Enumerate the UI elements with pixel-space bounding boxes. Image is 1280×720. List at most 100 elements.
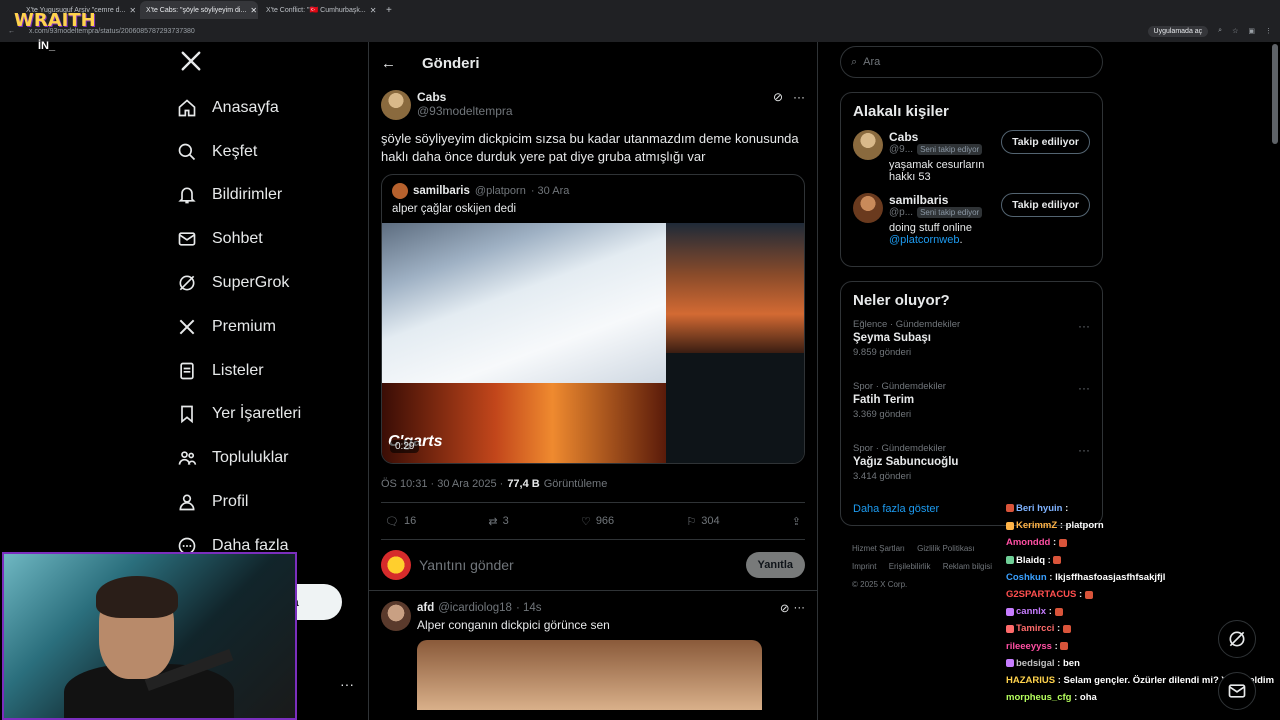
person-bio: doing stuff online @platcornweb. xyxy=(889,222,995,246)
tweet-time[interactable]: ÖS 10:31 · 30 Ara 2025 · xyxy=(381,478,503,490)
stream-overlay-sub: İN_ xyxy=(38,40,56,52)
sidebar-item-profile[interactable]: Profil xyxy=(170,480,360,524)
badge-icon xyxy=(1054,607,1063,616)
chat-message: platporn xyxy=(1065,520,1104,532)
sidebar-item-bookmarks[interactable]: Yer İşaretleri xyxy=(170,393,360,437)
page-scrollbar[interactable] xyxy=(1272,44,1278,144)
avatar[interactable] xyxy=(853,193,883,223)
footer-link[interactable]: Erişilebilirlik xyxy=(889,562,931,571)
retweet-button[interactable]: ⇄ 3 xyxy=(488,515,508,528)
bookmark-button[interactable]: ⚐ 304 xyxy=(686,515,719,528)
close-icon[interactable]: ✕ xyxy=(129,6,136,15)
browser-tab-3[interactable]: X'te Conflict: "🇹🇷 Cumhurbaşk... ✕ xyxy=(260,1,378,19)
reply-tweet[interactable]: afd @icardiolog18 · 14s ⊘ ··· Alper cong… xyxy=(369,591,817,720)
sidebar-item-label: Anasayfa xyxy=(212,98,279,116)
menu-dots-icon[interactable]: ⋮ xyxy=(1265,27,1272,35)
badge-icon xyxy=(1006,607,1014,616)
reply-media[interactable] xyxy=(417,640,762,710)
badge-icon xyxy=(1006,504,1014,513)
following-button[interactable]: Takip ediliyor xyxy=(1001,130,1090,154)
trend-item[interactable]: Spor · Gündemdekiler Yağız Sabuncuoğlu 3… xyxy=(853,443,1090,497)
quoted-tweet[interactable]: samilbaris @platporn · 30 Ara alper çağl… xyxy=(381,174,805,464)
chat-user: morpheus_cfg xyxy=(1006,692,1072,704)
footer-link[interactable]: Imprint xyxy=(852,562,876,571)
more-dots-icon[interactable]: ··· xyxy=(793,90,805,104)
following-button[interactable]: Takip ediliyor xyxy=(1001,193,1090,217)
badge-icon xyxy=(1084,590,1093,599)
url-field[interactable]: x.com/93modeltempra/status/2006085787293… xyxy=(25,28,1138,35)
trend-item[interactable]: Eğlence · Gündemdekiler Şeyma Subaşı 9.8… xyxy=(853,319,1090,373)
list-icon xyxy=(176,360,198,382)
author-handle[interactable]: @93modeltempra xyxy=(417,104,767,118)
sidebar-item-lists[interactable]: Listeler xyxy=(170,349,360,393)
more-dots-icon[interactable]: ··· xyxy=(1078,443,1090,457)
browser-chrome: X'te Yugusuguf Arşiv "cemre d... ✕ X'te C… xyxy=(0,0,1280,42)
video-player[interactable]: C'garts 0:29 xyxy=(382,223,804,463)
card-title: Neler oluyor? xyxy=(853,292,950,309)
grok-floating-button[interactable] xyxy=(1218,620,1256,658)
relevant-people-card: Alakalı kişiler Cabs @9... Seni takip edi… xyxy=(840,92,1103,267)
more-dots-icon[interactable]: ··· xyxy=(1078,381,1090,395)
person-icon xyxy=(176,491,198,513)
person-info: Cabs @9... Seni takip ediyor yaşamak cesu… xyxy=(889,130,995,183)
sidebar-item-home[interactable]: Anasayfa xyxy=(170,86,360,130)
person-name[interactable]: Cabs xyxy=(889,130,995,144)
search-input[interactable]: ⌕ Ara xyxy=(840,46,1103,78)
sidebar-item-communities[interactable]: Topluluklar xyxy=(170,436,360,480)
chat-message: ben xyxy=(1063,657,1080,669)
more-dots-icon[interactable]: ··· xyxy=(340,676,354,692)
sidebar-item-explore[interactable]: Keşfet xyxy=(170,130,360,174)
chat-line: Blaidq : xyxy=(1006,552,1276,569)
video-frame-mountain xyxy=(382,223,666,383)
more-dots-icon[interactable]: ··· xyxy=(1078,319,1090,333)
person-name[interactable]: samilbaris xyxy=(889,193,995,207)
zoom-icon[interactable]: ⌕ xyxy=(1218,27,1222,35)
sidebar-item-premium[interactable]: Premium xyxy=(170,305,360,349)
like-button[interactable]: ♡ 966 xyxy=(581,515,614,528)
trend-item[interactable]: Spor · Gündemdekiler Fatih Terim 3.369 g… xyxy=(853,381,1090,435)
reply-author-name[interactable]: afd xyxy=(417,602,434,614)
share-button[interactable]: ⇪ xyxy=(792,515,801,528)
avatar[interactable] xyxy=(381,601,411,631)
badge-icon xyxy=(1058,538,1067,547)
person-row[interactable]: samilbaris @p... Seni takip ediyor doing … xyxy=(853,193,1090,246)
search-icon: ⌕ xyxy=(851,55,858,68)
badge-icon xyxy=(1006,556,1014,565)
trend-category: Eğlence · Gündemdekiler xyxy=(853,319,961,330)
browser-tab-2[interactable]: X'te Cabs: "şöyle söyliyeyim di... ✕ xyxy=(140,1,258,19)
grok-icon[interactable]: ⊘ xyxy=(780,601,790,615)
reply-input[interactable]: Yanıtını gönder xyxy=(419,557,738,573)
card-title: Alakalı kişiler xyxy=(853,103,949,120)
quote-date: · 30 Ara xyxy=(530,185,570,197)
reply-button[interactable]: 🗨 16 xyxy=(385,515,416,528)
footer-link[interactable]: Gizlilik Politikası xyxy=(917,544,974,553)
star-icon[interactable]: ☆ xyxy=(1232,27,1238,35)
close-icon[interactable]: ✕ xyxy=(250,6,257,15)
sidebar-item-notifications[interactable]: Bildirimler xyxy=(170,174,360,218)
more-dots-icon[interactable]: ··· xyxy=(794,602,806,614)
author-name[interactable]: Cabs xyxy=(417,90,767,104)
footer-link[interactable]: Hizmet Şartları xyxy=(852,544,905,553)
close-icon[interactable]: ✕ xyxy=(370,6,377,15)
reply-age: · 14s xyxy=(515,602,542,614)
extensions-icon[interactable]: ▣ xyxy=(1248,27,1255,35)
back-arrow-icon[interactable]: ← xyxy=(381,55,396,72)
avatar[interactable] xyxy=(381,90,411,120)
footer-link[interactable]: Reklam bilgisi xyxy=(943,562,992,571)
sidebar-item-chat[interactable]: Sohbet xyxy=(170,217,360,261)
person-row[interactable]: Cabs @9... Seni takip ediyor yaşamak cesu… xyxy=(853,130,1090,183)
open-in-app-button[interactable]: Uygulamada aç xyxy=(1147,25,1209,37)
sidebar-item-label: Listeler xyxy=(212,361,264,379)
grok-icon[interactable]: ⊘ xyxy=(773,90,783,104)
new-tab-icon[interactable]: + xyxy=(380,5,392,16)
x-logo-icon[interactable] xyxy=(176,46,206,76)
mail-icon xyxy=(1228,684,1246,698)
sidebar-item-supergrok[interactable]: SuperGrok xyxy=(170,261,360,305)
chat-user: Beri hyuin xyxy=(1016,503,1063,514)
messages-floating-button[interactable] xyxy=(1218,672,1256,710)
avatar[interactable] xyxy=(853,130,883,160)
bio-link[interactable]: @platcornweb xyxy=(889,234,959,246)
reply-submit-button[interactable]: Yanıtla xyxy=(745,552,805,578)
chat-line: Beri hyuin : xyxy=(1006,500,1276,517)
search-icon xyxy=(176,141,198,163)
